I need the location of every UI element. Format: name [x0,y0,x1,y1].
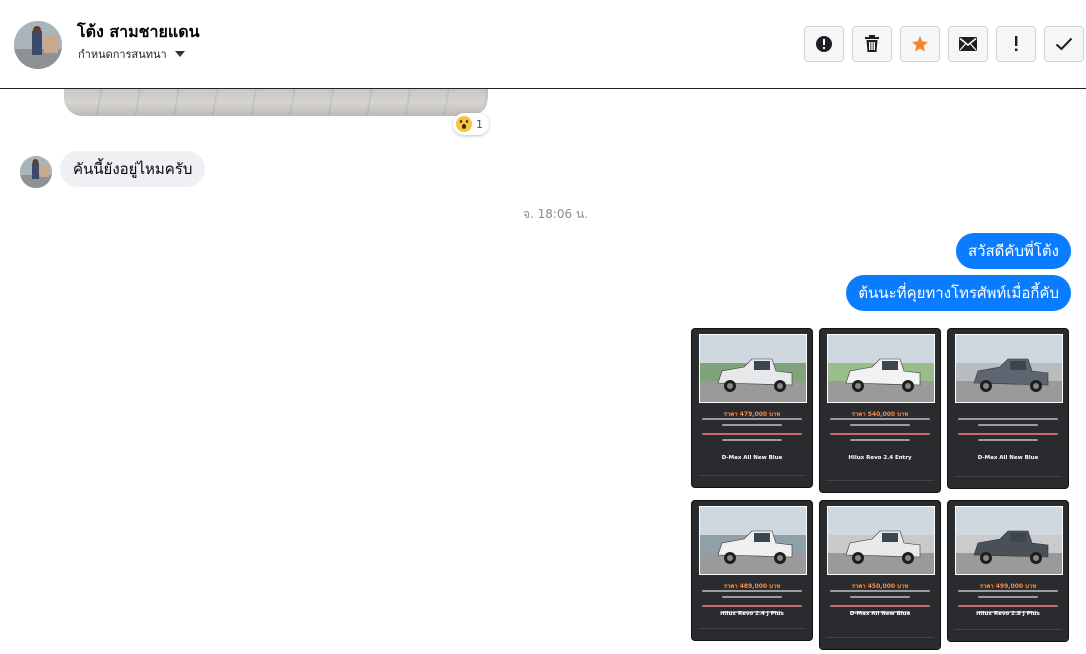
listing-detail-line [702,590,802,592]
incoming-message[interactable]: คันนี้ยังอยู่ไหมครับ [60,151,206,187]
contact-avatar[interactable] [14,21,62,69]
listing-footer [826,637,934,644]
header-actions [804,26,1084,62]
listing-detail-line [722,596,782,598]
listing-detail-line [722,439,782,441]
listing-detail-line [958,418,1058,420]
listing-card[interactable]: D-Max All New Blue [947,328,1069,489]
listing-detail-line [702,605,802,607]
star-icon [912,36,928,52]
reaction-badge[interactable]: 1 [453,113,489,135]
conversation-settings-label: กำหนดการสนทนา [78,48,167,61]
conversation-settings-dropdown[interactable]: กำหนดการสนทนา [78,45,185,63]
trash-icon [865,35,879,52]
listing-detail-line [702,418,802,420]
listing-footer [698,628,806,635]
sender-avatar[interactable] [20,156,52,188]
listing-detail-line [702,433,802,435]
outgoing-message[interactable]: ต้นนะที่คุยทางโทรศัพท์เมื่อกี้คับ [846,275,1071,311]
listing-model: D-Max All New Blue [721,455,783,461]
listing-detail-line [830,590,930,592]
listing-card[interactable]: ราคา 479,000 บาท D-Max All New Blue [691,328,813,488]
delete-button[interactable] [852,26,892,62]
listing-model: Hilux Revo 2.4 Entry [848,455,912,461]
important-button[interactable] [996,26,1036,62]
star-button[interactable] [900,26,940,62]
listing-card[interactable]: ราคา 499,000 บาท Hilux Revo 2.8 J Plus [947,500,1069,642]
car-photo [699,506,807,575]
contact-name[interactable]: โต้ง สามชายแดน [77,20,200,45]
listing-detail-line [978,596,1038,598]
car-photo [699,334,807,403]
car-photo [955,506,1063,575]
wow-emoji-icon [456,116,472,132]
listing-card[interactable]: ราคา 489,000 บาท Hilux Revo 2.4 J Plus [691,500,813,641]
listing-detail-line [958,590,1058,592]
outgoing-message[interactable]: สวัสดีคับพี่โต้ง [955,233,1071,269]
mail-button[interactable] [948,26,988,62]
listing-footer [954,476,1062,483]
listing-detail-line [850,424,910,426]
listing-card[interactable]: ราคา 450,000 บาท D-Max All New Blue [819,500,941,650]
listing-footer [954,629,1062,636]
alert-circle-icon [816,36,832,52]
listing-footer [826,480,934,487]
caret-down-icon [174,51,185,57]
listing-detail-line [958,605,1058,607]
listing-detail-line [830,433,930,435]
listing-detail-line [978,424,1038,426]
listing-model: Hilux Revo 2.8 J Plus [976,611,1040,617]
listing-model: Hilux Revo 2.4 J Plus [720,611,784,617]
listing-detail-line [958,433,1058,435]
listing-detail-line [850,439,910,441]
listing-model: D-Max All New Blue [849,611,911,617]
reaction-count: 1 [476,117,483,131]
done-button[interactable] [1044,26,1084,62]
listing-footer [698,475,806,482]
report-button[interactable] [804,26,844,62]
listing-card[interactable]: ราคา 540,000 บาท Hilux Revo 2.4 Entry [819,328,941,493]
shared-photo[interactable] [64,89,488,116]
car-photo [955,334,1063,403]
listing-detail-line [850,596,910,598]
listing-detail-line [978,439,1038,441]
conversation-header: โต้ง สามชายแดน กำหนดการสนทนา [0,0,1086,89]
listing-detail-line [830,418,930,420]
car-photo [827,506,935,575]
exclamation-icon [1015,36,1018,52]
message-timestamp: จ. 18:06 น. [522,207,589,221]
envelope-icon [959,37,977,51]
listing-detail-line [722,424,782,426]
car-photo [827,334,935,403]
check-icon [1055,37,1073,51]
listing-detail-line [830,605,930,607]
listing-model: D-Max All New Blue [977,455,1039,461]
